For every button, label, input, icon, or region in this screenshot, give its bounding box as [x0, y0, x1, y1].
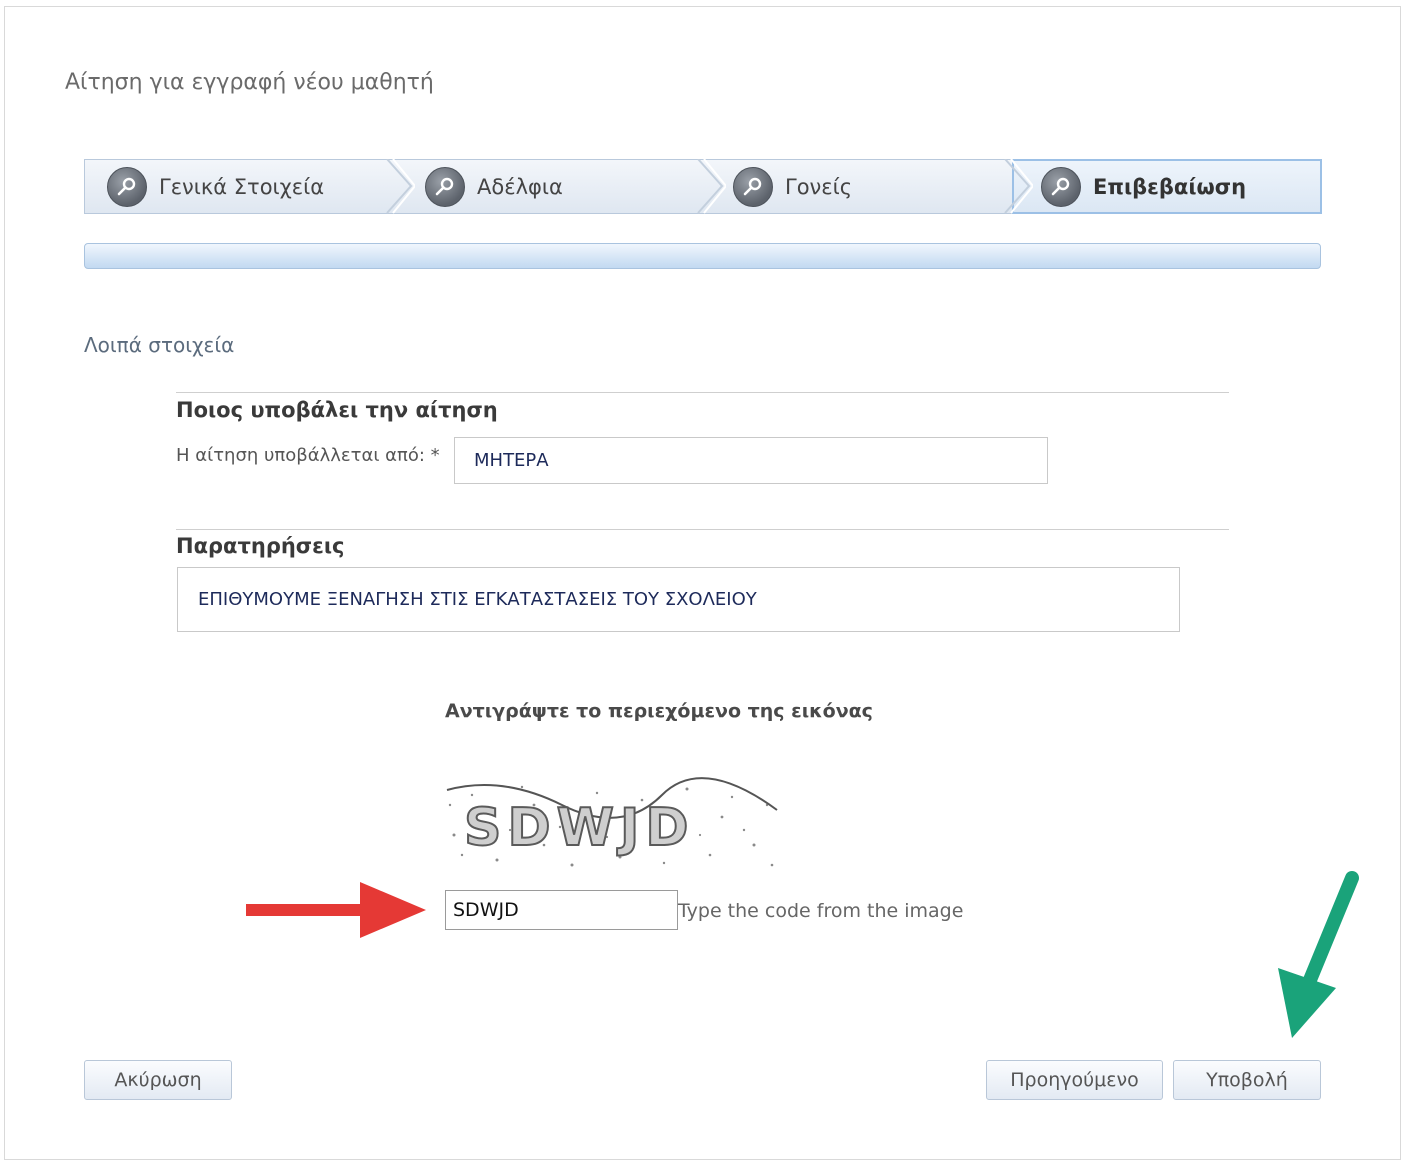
notes-group-title: Παρατηρήσεις	[176, 534, 345, 558]
key-icon	[1041, 166, 1081, 207]
page-title: Αίτηση για εγγραφή νέου μαθητή	[65, 70, 434, 95]
divider	[176, 392, 1229, 393]
notes-value: ΕΠΙΘΥΜΟΥΜΕ ΞΕΝΑΓΗΣΗ ΣΤΙΣ ΕΓΚΑΤΑΣΤΑΣΕΙΣ Τ…	[198, 589, 757, 610]
previous-button[interactable]: Προηγούμενο	[986, 1060, 1163, 1100]
step-separator	[386, 159, 415, 214]
key-icon	[733, 166, 773, 207]
captcha-text: SDWJD	[464, 798, 694, 858]
captcha-instruction: Αντιγράψτε το περιεχόμενο της εικόνας	[445, 700, 873, 722]
step-label: Επιβεβαίωση	[1093, 174, 1247, 199]
key-icon	[425, 166, 465, 207]
section-heading: Λοιπά στοιχεία	[84, 333, 235, 357]
divider	[176, 529, 1229, 530]
captcha-input-value: SDWJD	[453, 899, 519, 921]
submitter-label: Η αίτηση υποβάλλεται από: *	[176, 445, 440, 466]
step-separator	[1004, 159, 1033, 214]
captcha-hint: Type the code from the image	[678, 900, 964, 922]
step-separator	[697, 159, 726, 214]
wizard-steps: Γενικά Στοιχεία Αδέλφια Γονείς Επιβεβαίω…	[84, 159, 1322, 214]
key-icon	[107, 166, 147, 207]
tab-general-info[interactable]: Γενικά Στοιχεία	[107, 160, 324, 213]
submitter-value: ΜΗΤΕΡΑ	[474, 450, 549, 471]
notes-textarea[interactable]: ΕΠΙΘΥΜΟΥΜΕ ΞΕΝΑΓΗΣΗ ΣΤΙΣ ΕΓΚΑΤΑΣΤΑΣΕΙΣ Τ…	[177, 567, 1180, 632]
cancel-button[interactable]: Ακύρωση	[84, 1060, 232, 1100]
tab-confirmation[interactable]: Επιβεβαίωση	[1041, 160, 1246, 213]
step-label: Γονείς	[785, 174, 853, 199]
progress-bar	[84, 243, 1321, 269]
submitter-field[interactable]: ΜΗΤΕΡΑ	[454, 437, 1048, 484]
submit-button[interactable]: Υποβολή	[1173, 1060, 1321, 1100]
step-label: Γενικά Στοιχεία	[159, 174, 325, 199]
red-arrow-icon	[246, 882, 426, 938]
submitter-group-title: Ποιος υποβάλει την αίτηση	[176, 398, 498, 422]
tab-siblings[interactable]: Αδέλφια	[425, 160, 563, 213]
captcha-image: SDWJD	[442, 775, 782, 875]
tab-parents[interactable]: Γονείς	[733, 160, 852, 213]
captcha-input[interactable]: SDWJD	[445, 890, 678, 930]
step-label: Αδέλφια	[477, 174, 563, 199]
green-arrow-icon	[1278, 871, 1359, 1038]
